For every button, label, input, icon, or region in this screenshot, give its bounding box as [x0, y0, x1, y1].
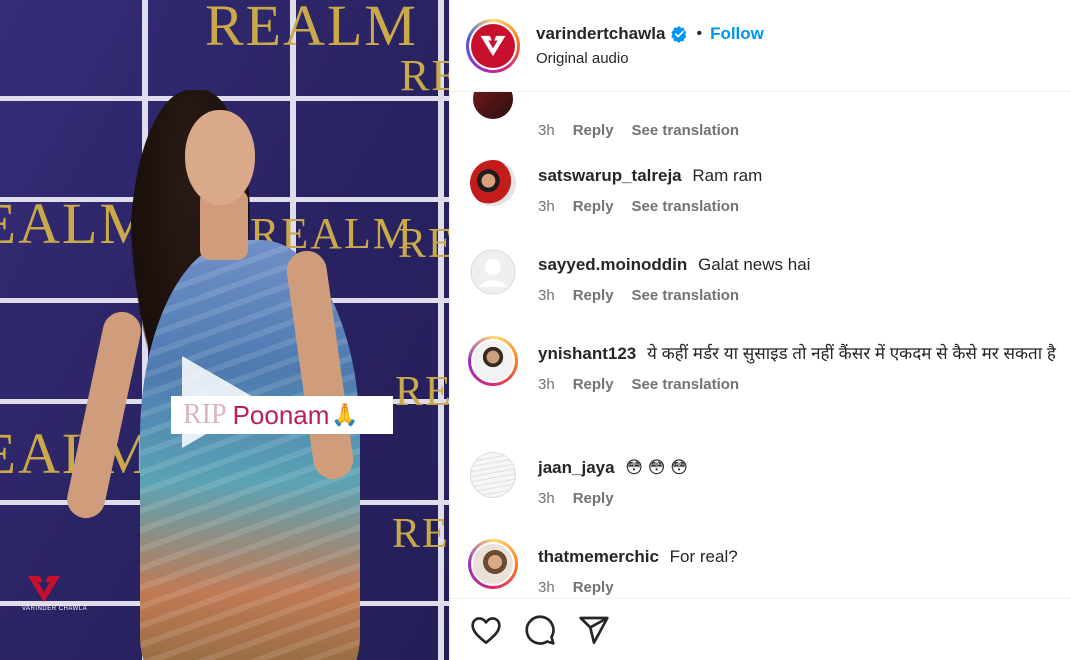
- comment-username[interactable]: ynishant123: [538, 344, 636, 363]
- brand-logo-icon: [28, 576, 60, 602]
- comment-time: 3h: [538, 287, 555, 304]
- reply-button[interactable]: Reply: [573, 579, 614, 596]
- brand-logo-icon: [471, 23, 515, 68]
- comment-bubble-icon[interactable]: [524, 614, 556, 646]
- wall-text: REALM: [400, 51, 449, 100]
- brand-watermark: VARINDER CHAWLA: [22, 574, 88, 612]
- comment-item: ynishant123 ये कहीं मर्डर या सुसाइड तो न…: [450, 336, 1071, 393]
- comment-text: Galat news hai: [697, 255, 811, 274]
- comment-time: 3h: [538, 122, 555, 139]
- reply-button[interactable]: Reply: [573, 490, 614, 507]
- see-translation-button[interactable]: See translation: [632, 376, 740, 393]
- comment-time: 3h: [538, 198, 555, 215]
- like-heart-icon[interactable]: [470, 615, 502, 645]
- post-actions-bar: [450, 598, 1071, 660]
- profile-avatar[interactable]: [466, 18, 520, 73]
- comment-avatar[interactable]: [468, 92, 518, 124]
- reply-button[interactable]: Reply: [573, 198, 614, 215]
- comment-username[interactable]: thatmemerchic: [538, 547, 659, 566]
- comments-list[interactable]: 3h Reply See translation satswarup_talre…: [450, 92, 1071, 598]
- comment-item: thatmemerchic For real? 3h Reply: [450, 539, 1071, 596]
- overlay-rip-text: RIP: [183, 399, 227, 430]
- folded-hands-icon: 🙏: [331, 402, 359, 427]
- comment-avatar[interactable]: [468, 158, 518, 208]
- person-face: [185, 110, 255, 205]
- reply-button[interactable]: Reply: [573, 122, 614, 139]
- comment-username[interactable]: sayyed.moinoddin: [538, 255, 687, 274]
- post-header: varindertchawla • Follow Original audio: [450, 0, 1071, 92]
- default-avatar-icon[interactable]: [468, 247, 518, 297]
- comment-time: 3h: [538, 376, 555, 393]
- wall-text: REALM: [395, 369, 449, 415]
- comment-item: jaan_jaya 😳 😳 😳 3h Reply: [450, 450, 1071, 507]
- wall-text: REALM: [205, 0, 418, 58]
- comment-item: sayyed.moinoddin Galat news hai 3h Reply…: [450, 247, 1071, 304]
- profile-username[interactable]: varindertchawla: [536, 24, 665, 44]
- comment-avatar[interactable]: [468, 336, 518, 386]
- video-player[interactable]: REALM REALM REALM REALM REALM REALM REAL…: [0, 0, 449, 660]
- comment-item: satswarup_talreja Ram ram 3h Reply See t…: [450, 158, 1071, 215]
- separator-dot: •: [696, 25, 703, 42]
- follow-button[interactable]: Follow: [710, 24, 764, 44]
- post-side-panel: varindertchawla • Follow Original audio: [449, 0, 1071, 660]
- see-translation-button[interactable]: See translation: [632, 198, 740, 215]
- reply-button[interactable]: Reply: [573, 287, 614, 304]
- audio-link[interactable]: Original audio: [536, 50, 764, 67]
- share-send-icon[interactable]: [578, 614, 610, 646]
- comment-item: 3h Reply See translation: [450, 92, 1071, 139]
- comment-text: ये कहीं मर्डर या सुसाइड तो नहीं कैंसर मे…: [647, 344, 1056, 363]
- comment-text: For real?: [669, 547, 738, 566]
- verified-badge-icon: [671, 25, 688, 43]
- comment-text: 😳 😳 😳: [625, 458, 688, 477]
- caption-overlay: RIP Poonam 🙏: [171, 396, 393, 434]
- comment-time: 3h: [538, 490, 555, 507]
- brand-watermark-text: VARINDER CHAWLA: [22, 606, 88, 612]
- overlay-name-text: Poonam: [232, 399, 330, 430]
- wall-text: REALM: [392, 511, 449, 557]
- comment-username[interactable]: satswarup_talreja: [538, 166, 682, 185]
- comment-time: 3h: [538, 579, 555, 596]
- comment-username[interactable]: jaan_jaya: [538, 458, 615, 477]
- see-translation-button[interactable]: See translation: [632, 122, 740, 139]
- comment-avatar[interactable]: [468, 450, 518, 500]
- reply-button[interactable]: Reply: [573, 376, 614, 393]
- post-viewer: REALM REALM REALM REALM REALM REALM REAL…: [0, 0, 1071, 660]
- comment-avatar[interactable]: [468, 539, 518, 589]
- wall-text: REALM: [398, 221, 449, 267]
- comment-text: Ram ram: [692, 166, 763, 185]
- see-translation-button[interactable]: See translation: [632, 287, 740, 304]
